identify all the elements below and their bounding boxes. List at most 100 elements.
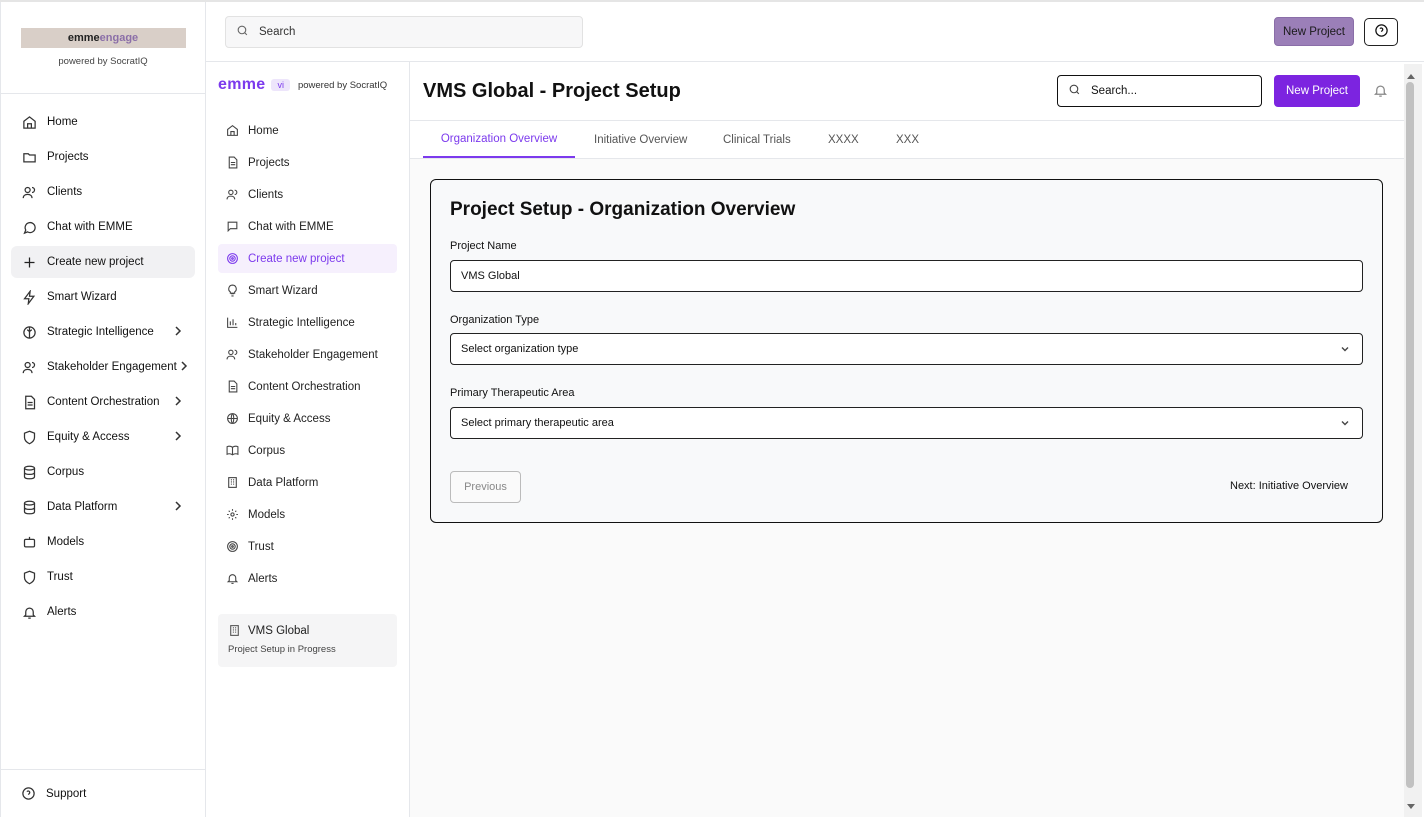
top-search-input[interactable]: Search [225, 16, 583, 48]
outer-nav-projects[interactable]: Projects [11, 141, 195, 173]
tab-organization-overview[interactable]: Organization Overview [423, 121, 575, 158]
inner-nav-trust[interactable]: Trust [218, 532, 397, 561]
inner-nav-home[interactable]: Home [218, 116, 397, 145]
nav-label: Equity & Access [47, 431, 130, 443]
document-icon [225, 156, 239, 170]
scroll-down-arrow-icon[interactable] [1407, 799, 1415, 813]
outer-nav-stakeholder-engagement[interactable]: Stakeholder Engagement [11, 351, 195, 383]
nav-label: Trust [47, 571, 73, 583]
outer-nav-create-project[interactable]: Create new project [11, 246, 195, 278]
tab-xxxx[interactable]: XXXX [828, 121, 859, 158]
outer-nav-strategic-intelligence[interactable]: Strategic Intelligence [11, 316, 195, 348]
top-bar: Search New Project [206, 2, 1424, 62]
brain-icon [21, 324, 37, 340]
outer-nav-alerts[interactable]: Alerts [11, 596, 195, 628]
nav-label: Projects [47, 151, 89, 163]
nav-label: Create new project [47, 256, 144, 268]
tab-xxx[interactable]: XXX [896, 121, 919, 158]
inner-nav-data-platform[interactable]: Data Platform [218, 468, 397, 497]
tab-initiative-overview[interactable]: Initiative Overview [594, 121, 687, 158]
outer-nav-home[interactable]: Home [11, 106, 195, 138]
inner-sidebar: emme vi powered by SocratIQ Home Project… [206, 62, 410, 817]
inner-nav-stakeholder-engagement[interactable]: Stakeholder Engagement [218, 340, 397, 369]
outer-sidebar: emme engage powered by SocratIQ Home Proj… [0, 2, 206, 817]
gear-icon [225, 508, 239, 522]
support-link[interactable]: Support [1, 769, 206, 817]
help-circle-icon [1374, 23, 1389, 41]
nav-label: Content Orchestration [47, 396, 160, 408]
chevron-right-icon[interactable] [179, 360, 189, 375]
nav-label: Strategic Intelligence [47, 326, 154, 338]
users-icon [21, 184, 37, 200]
outer-nav-equity-access[interactable]: Equity & Access [11, 421, 195, 453]
project-name-input[interactable]: VMS Global [450, 260, 1363, 292]
outer-nav-chat[interactable]: Chat with EMME [11, 211, 195, 243]
inner-nav-chat[interactable]: Chat with EMME [218, 212, 397, 241]
database-icon [21, 499, 37, 515]
project-name-value: VMS Global [461, 270, 520, 282]
nav-label: Clients [248, 188, 284, 201]
chevron-right-icon[interactable] [173, 500, 183, 515]
building-icon [225, 476, 239, 490]
search-icon [236, 24, 249, 40]
document-icon [225, 380, 239, 394]
outer-nav-smart-wizard[interactable]: Smart Wizard [11, 281, 195, 313]
main-search-input[interactable]: Search... [1057, 75, 1262, 107]
users-icon [225, 348, 239, 362]
emme-logo-text[interactable]: emme [218, 76, 265, 94]
search-placeholder: Search [259, 26, 296, 38]
tab-clinical-trials[interactable]: Clinical Trials [723, 121, 791, 158]
inner-nav-models[interactable]: Models [218, 500, 397, 529]
chevron-right-icon[interactable] [173, 325, 183, 340]
inner-nav-alerts[interactable]: Alerts [218, 564, 397, 593]
nav-label: Trust [248, 540, 274, 553]
scroll-up-arrow-icon[interactable] [1407, 68, 1415, 82]
chevron-right-icon[interactable] [173, 430, 183, 445]
target-icon [225, 252, 239, 266]
powered-by-text: powered by SocratIQ [58, 56, 148, 67]
nav-label: Data Platform [47, 501, 118, 513]
shield-icon [21, 569, 37, 585]
outer-nav-models[interactable]: Models [11, 526, 195, 558]
inner-nav-clients[interactable]: Clients [218, 180, 397, 209]
outer-nav-trust[interactable]: Trust [11, 561, 195, 593]
outer-nav-corpus[interactable]: Corpus [11, 456, 195, 488]
help-button[interactable] [1364, 18, 1398, 46]
nav-label: Stakeholder Engagement [248, 348, 378, 361]
outer-nav-clients[interactable]: Clients [11, 176, 195, 208]
form-title: Project Setup - Organization Overview [450, 199, 796, 220]
outer-nav-content-orchestration[interactable]: Content Orchestration [11, 386, 195, 418]
scrollbar-thumb[interactable] [1406, 82, 1414, 788]
organization-overview-form: Project Setup - Organization Overview Pr… [430, 179, 1383, 523]
nav-label: Data Platform [248, 476, 319, 489]
therapeutic-area-label: Primary Therapeutic Area [450, 387, 575, 399]
inner-nav-equity-access[interactable]: Equity & Access [218, 404, 397, 433]
bell-icon [21, 604, 37, 620]
emme-engage-logo[interactable]: emme engage [20, 28, 186, 48]
plus-icon [21, 254, 37, 270]
nav-label: Create new project [248, 252, 345, 265]
nav-label: Chat with EMME [47, 221, 133, 233]
outer-nav-data-platform[interactable]: Data Platform [11, 491, 195, 523]
next-button[interactable]: Next: Initiative Overview [1230, 480, 1348, 492]
emme-brand: emme vi powered by SocratIQ [218, 76, 387, 94]
bell-icon[interactable] [1373, 83, 1388, 101]
vertical-scrollbar[interactable] [1404, 64, 1422, 817]
inner-nav-strategic-intelligence[interactable]: Strategic Intelligence [218, 308, 397, 337]
top-new-project-button[interactable]: New Project [1274, 17, 1354, 46]
nav-label: Smart Wizard [248, 284, 318, 297]
inner-nav-smart-wizard[interactable]: Smart Wizard [218, 276, 397, 305]
organization-type-select[interactable]: Select organization type [450, 333, 1363, 365]
inner-nav-create-project[interactable]: Create new project [218, 244, 397, 273]
new-project-button[interactable]: New Project [1274, 75, 1360, 107]
therapeutic-area-select[interactable]: Select primary therapeutic area [450, 407, 1363, 439]
chevron-right-icon[interactable] [173, 395, 183, 410]
search-icon [1068, 83, 1081, 99]
nav-label: Equity & Access [248, 412, 331, 425]
inner-nav-content-orchestration[interactable]: Content Orchestration [218, 372, 397, 401]
current-project-card[interactable]: VMS Global Project Setup in Progress [218, 614, 397, 667]
previous-button[interactable]: Previous [450, 471, 521, 503]
inner-nav-projects[interactable]: Projects [218, 148, 397, 177]
bar-chart-icon [225, 316, 239, 330]
inner-nav-corpus[interactable]: Corpus [218, 436, 397, 465]
